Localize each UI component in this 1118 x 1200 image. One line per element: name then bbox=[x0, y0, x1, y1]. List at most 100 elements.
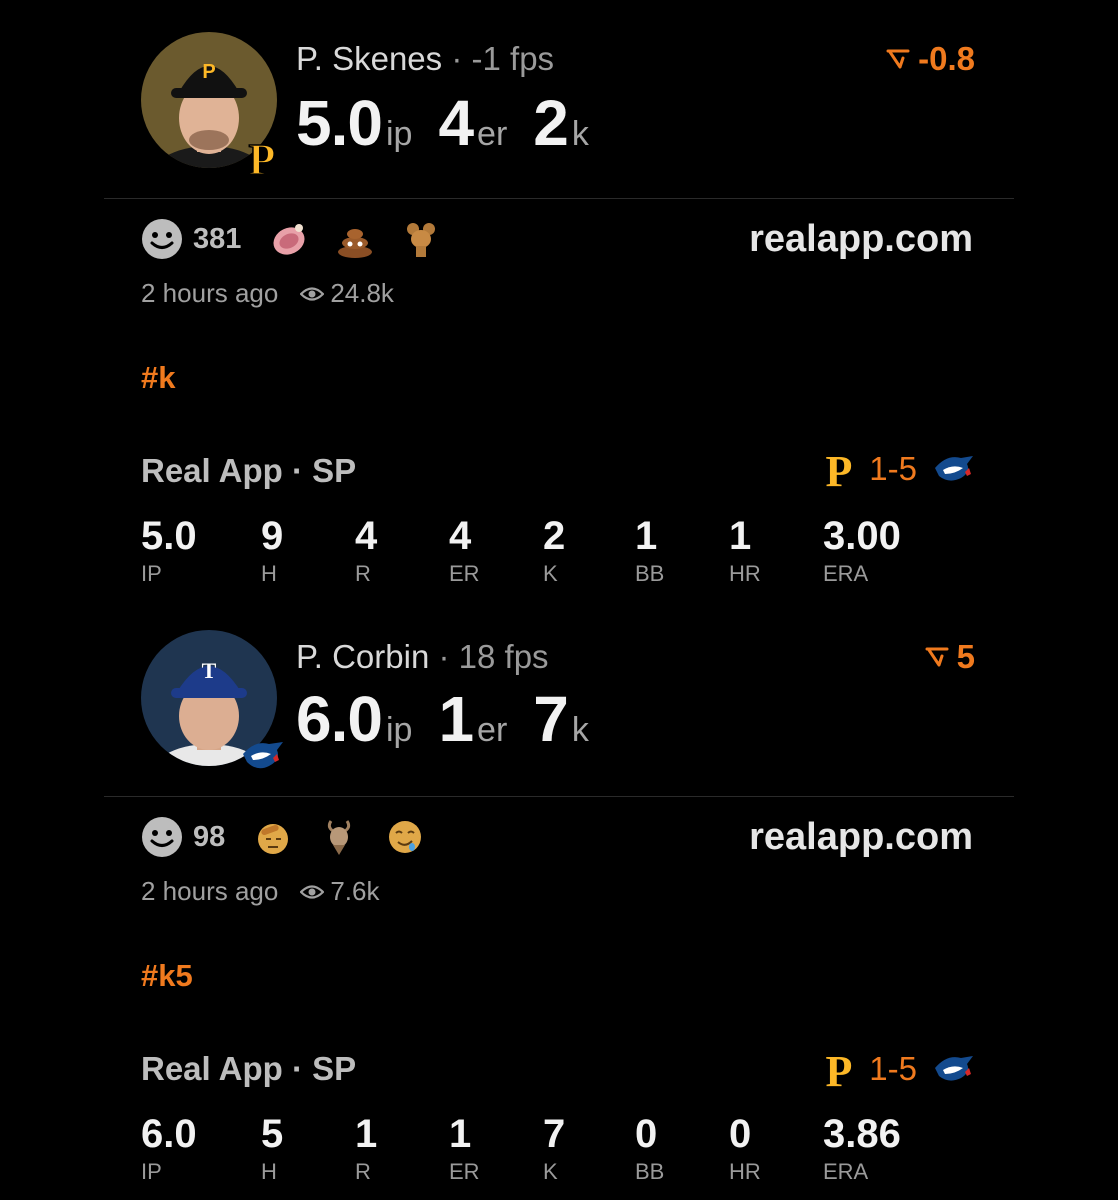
reactions-bar[interactable]: 381 bbox=[141, 218, 467, 260]
reactions-bar[interactable]: 98 bbox=[141, 816, 451, 858]
box-value: 1 bbox=[449, 1112, 472, 1156]
reaction-count: 381 bbox=[193, 222, 242, 255]
stat-k-unit: k bbox=[571, 711, 589, 749]
box-value: 7 bbox=[543, 1112, 566, 1156]
site-link[interactable]: realapp.com bbox=[749, 816, 973, 859]
box-label: ERA bbox=[823, 561, 869, 586]
box-col-ip: 5.0 IP bbox=[141, 514, 197, 587]
box-col-hr: 0 HR bbox=[729, 1112, 761, 1185]
delta-value: 5 bbox=[956, 638, 975, 675]
pirates-logo-icon: P bbox=[826, 448, 853, 490]
box-col-ip: 6.0 IP bbox=[141, 1112, 197, 1185]
box-value: 3.86 bbox=[823, 1112, 901, 1156]
player-name[interactable]: P. Skenes bbox=[296, 40, 442, 77]
eye-icon bbox=[300, 884, 325, 899]
salute-emoji-icon[interactable] bbox=[253, 817, 293, 857]
divider bbox=[104, 796, 1014, 797]
score-value: 1-5 bbox=[869, 450, 917, 487]
pirates-logo-icon: P bbox=[826, 1048, 853, 1090]
hashtag-link[interactable]: #k5 bbox=[141, 958, 193, 994]
stat-k-value: 7 bbox=[533, 683, 569, 755]
prediction-delta[interactable]: 5 bbox=[925, 638, 975, 676]
stat-er-unit: er bbox=[477, 711, 508, 749]
box-value: 4 bbox=[449, 514, 472, 558]
box-label: HR bbox=[729, 1159, 761, 1184]
reaction-count: 98 bbox=[193, 820, 226, 853]
site-link[interactable]: realapp.com bbox=[749, 218, 973, 261]
stat-er-unit: er bbox=[477, 115, 508, 153]
box-col-k: 7K bbox=[543, 1112, 565, 1185]
box-col-bb: 1 BB bbox=[635, 514, 664, 587]
separator: · bbox=[451, 40, 463, 77]
view-count: 24.8k bbox=[330, 278, 394, 308]
drooling-emoji-icon[interactable] bbox=[385, 817, 425, 857]
svg-text:T: T bbox=[202, 658, 217, 683]
box-label: H bbox=[261, 1159, 277, 1184]
fps-value: 18 fps bbox=[458, 638, 549, 675]
svg-text:P: P bbox=[202, 61, 215, 83]
game-score[interactable]: P 1-5 bbox=[823, 448, 975, 490]
stat-er-value: 4 bbox=[438, 87, 474, 159]
smiley-icon[interactable] bbox=[141, 218, 183, 260]
separator: · bbox=[438, 638, 450, 675]
box-label: BB bbox=[635, 561, 665, 586]
game-score[interactable]: P 1-5 bbox=[823, 1048, 975, 1090]
box-value: 1 bbox=[729, 514, 752, 558]
post-card-skenes[interactable]: P P P. Skenes · -1 fps 5.0 ip 4 er 2 k -0.8 3… bbox=[0, 0, 1118, 600]
box-col-h: 5H bbox=[261, 1112, 283, 1185]
post-time: 2 hours ago bbox=[141, 876, 279, 906]
smiley-icon[interactable] bbox=[141, 816, 183, 858]
hashtag-link[interactable]: #k bbox=[141, 360, 175, 396]
goat-emoji-icon[interactable] bbox=[319, 817, 359, 857]
box-value: 2 bbox=[543, 514, 566, 558]
box-label: IP bbox=[141, 561, 162, 586]
source-label: Real App · SP bbox=[141, 1050, 357, 1087]
box-value: 9 bbox=[261, 514, 284, 558]
trend-arrow-icon bbox=[925, 647, 949, 667]
divider bbox=[104, 198, 1014, 199]
box-value: 4 bbox=[355, 514, 378, 558]
cartoon-mouse-icon[interactable] bbox=[401, 219, 441, 259]
box-col-er: 4 ER bbox=[449, 514, 480, 587]
post-time: 2 hours ago bbox=[141, 278, 279, 308]
box-col-hr: 1 HR bbox=[729, 514, 761, 587]
delta-value: -0.8 bbox=[918, 40, 975, 77]
box-value: 0 bbox=[729, 1112, 752, 1156]
box-value: 6.0 bbox=[141, 1112, 197, 1156]
box-col-era: 3.00 ERA bbox=[823, 514, 901, 587]
trend-arrow-icon bbox=[886, 49, 910, 69]
player-avatar[interactable]: P P bbox=[141, 32, 277, 180]
player-avatar[interactable]: T bbox=[141, 630, 283, 769]
stat-k-unit: k bbox=[571, 115, 589, 153]
box-label: IP bbox=[141, 1159, 162, 1184]
box-label: HR bbox=[729, 561, 761, 586]
box-value: 5 bbox=[261, 1112, 284, 1156]
post-card-corbin[interactable]: T P. Corbin · 18 fps 6.0 ip 1 er 7 k 5 98 bbox=[0, 598, 1118, 1200]
prediction-delta[interactable]: -0.8 bbox=[886, 40, 975, 78]
stat-ip-unit: ip bbox=[385, 711, 413, 749]
eye-icon bbox=[300, 286, 325, 301]
box-value: 1 bbox=[355, 1112, 378, 1156]
box-label: BB bbox=[635, 1159, 665, 1184]
svg-text:P: P bbox=[249, 135, 276, 180]
stat-ip-unit: ip bbox=[385, 115, 413, 153]
box-label: ER bbox=[449, 561, 480, 586]
box-label: H bbox=[261, 561, 277, 586]
box-col-er: 1 ER bbox=[449, 1112, 480, 1185]
post-meta: 2 hours ago 7.6k bbox=[141, 876, 379, 907]
box-label: K bbox=[543, 561, 558, 586]
stat-line: 6.0 ip 1 er 7 k bbox=[296, 682, 615, 756]
pirates-logo-icon: P bbox=[248, 134, 276, 180]
box-label: ER bbox=[449, 1159, 480, 1184]
box-col-r: 4R bbox=[355, 514, 377, 587]
box-col-era: 3.86 ERA bbox=[823, 1112, 901, 1185]
view-count: 7.6k bbox=[330, 876, 380, 906]
svg-text:P: P bbox=[826, 448, 853, 490]
box-score: 5.0 IP 9H 4R 4 ER 2K 1 BB 1 HR 3.00 ERA bbox=[141, 514, 961, 594]
box-col-bb: 0 BB bbox=[635, 1112, 664, 1185]
player-name-line: P. Skenes · -1 fps bbox=[296, 40, 554, 78]
player-name[interactable]: P. Corbin bbox=[296, 638, 429, 675]
box-col-k: 2K bbox=[543, 514, 565, 587]
ham-emoji-icon[interactable] bbox=[269, 219, 309, 259]
poop-emoji-icon[interactable] bbox=[335, 219, 375, 259]
